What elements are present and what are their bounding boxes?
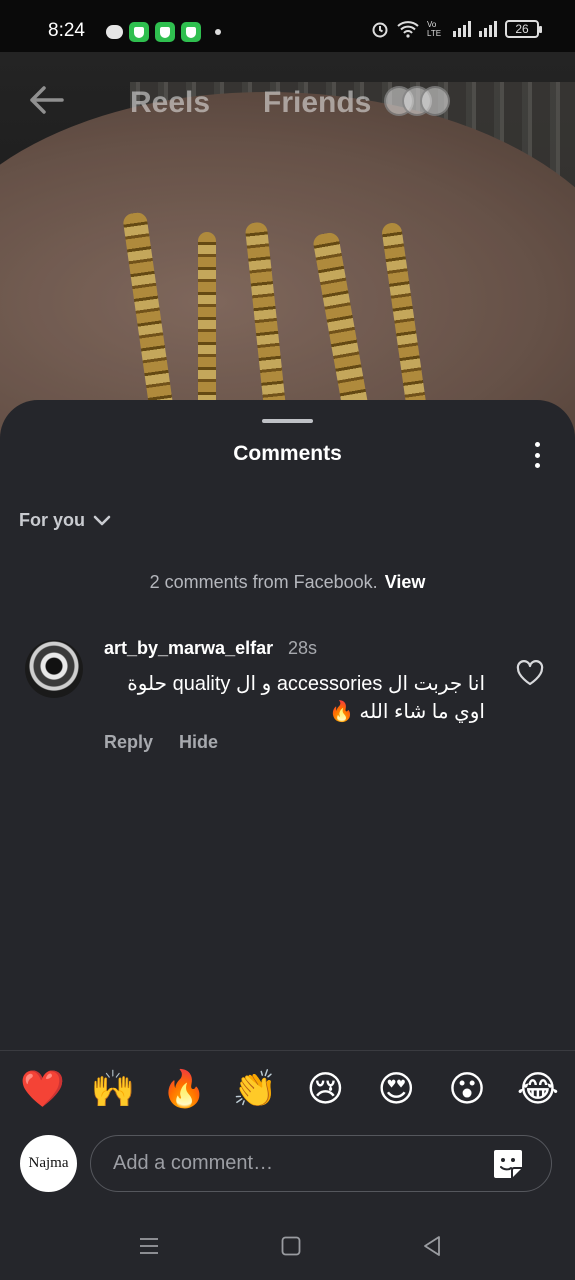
- volte-label: Vo LTE: [427, 20, 442, 38]
- sort-label: For you: [19, 510, 85, 530]
- emoji-heart-button[interactable]: ❤️: [20, 1068, 65, 1112]
- friends-avatars: [384, 86, 450, 116]
- chevron-down-icon: [93, 515, 111, 527]
- commenter-avatar[interactable]: [25, 640, 83, 698]
- message-notification-icon: [106, 25, 123, 39]
- more-notifications-dot-icon: [215, 29, 221, 35]
- divider: [0, 1050, 575, 1051]
- reply-button[interactable]: Reply: [104, 732, 153, 753]
- sheet-drag-handle[interactable]: [262, 419, 313, 423]
- comment-username[interactable]: art_by_marwa_elfar: [104, 638, 273, 659]
- emoji-crying-button[interactable]: 😢: [303, 1068, 347, 1112]
- sort-dropdown[interactable]: For you: [19, 510, 111, 531]
- app-notification-icon: [129, 22, 149, 42]
- emoji-laughing-button[interactable]: 😂: [516, 1068, 560, 1112]
- reel-video-background: Reels Friends: [0, 52, 575, 452]
- notification-icons: [106, 22, 221, 42]
- system-navigation-bar: [0, 1210, 575, 1280]
- current-user-avatar[interactable]: Najma: [20, 1135, 77, 1192]
- like-heart-icon[interactable]: [516, 660, 544, 686]
- system-icons: Vo LTE 26: [371, 20, 542, 38]
- comments-sheet: Comments For you 2 comments from Faceboo…: [0, 400, 575, 1210]
- comment-actions: Reply Hide: [104, 732, 218, 753]
- status-time: 8:24: [48, 20, 85, 41]
- emoji-raised-hands-button[interactable]: 🙌: [91, 1068, 136, 1112]
- comment-item: art_by_marwa_elfar 28s انا جربت ال acces…: [0, 636, 575, 766]
- shield-notification-icon: [155, 22, 175, 42]
- comment-timestamp: 28s: [288, 638, 318, 658]
- reel-top-nav: Reels Friends: [0, 84, 575, 124]
- comment-text: انا جربت ال accessories و ال quality حلو…: [127, 673, 485, 723]
- alarm-icon: [372, 22, 388, 38]
- facebook-comments-notice: 2 comments from Facebook. View: [0, 572, 575, 593]
- battery-icon: 26: [505, 20, 542, 38]
- emoji-surprised-button[interactable]: 😮: [445, 1068, 489, 1112]
- status-bar: 8:24 Vo LTE 26: [0, 0, 575, 52]
- hide-button[interactable]: Hide: [179, 732, 218, 753]
- signal-2-icon: [479, 21, 497, 37]
- emoji-fire-button[interactable]: 🔥: [162, 1068, 207, 1112]
- comment-composer: Najma: [0, 1132, 575, 1198]
- emoji-heart-eyes-button[interactable]: 😍: [374, 1068, 418, 1112]
- sticker-icon[interactable]: [490, 1146, 526, 1182]
- view-facebook-comments-link[interactable]: View: [385, 572, 426, 592]
- tab-friends[interactable]: Friends: [263, 86, 371, 120]
- more-options-icon[interactable]: [529, 442, 545, 468]
- sheet-title: Comments: [233, 442, 342, 465]
- home-icon[interactable]: [279, 1234, 303, 1258]
- back-icon[interactable]: [420, 1234, 444, 1258]
- emoji-reaction-bar: ❤️ 🙌 🔥 👏 😢 😍 😮 😂: [20, 1068, 560, 1112]
- shield-notification-icon-2: [181, 22, 201, 42]
- facebook-notice-text: 2 comments from Facebook.: [149, 572, 378, 592]
- wifi-icon: [397, 21, 419, 38]
- tab-reels[interactable]: Reels: [130, 86, 210, 120]
- recent-apps-icon[interactable]: [137, 1234, 161, 1258]
- emoji-clap-button[interactable]: 👏: [233, 1068, 278, 1112]
- comment-input[interactable]: [90, 1135, 552, 1192]
- back-arrow-icon[interactable]: [26, 84, 66, 116]
- signal-1-icon: [453, 21, 471, 37]
